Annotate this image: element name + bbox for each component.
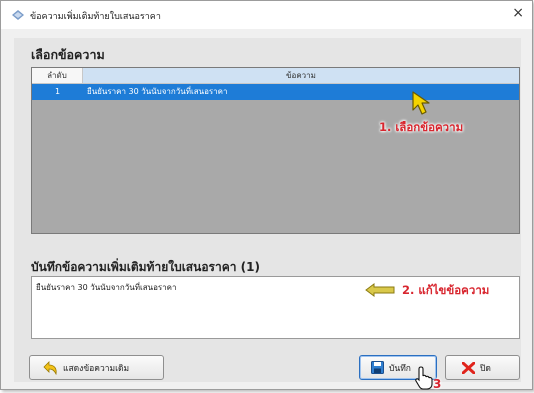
app-icon	[12, 10, 24, 20]
save-label: บันทึก	[389, 363, 411, 374]
close-label: ปิด	[480, 363, 491, 374]
message-grid: ลำดับ ข้อความ 1 ยืนยันราคา 30 วันนับจากว…	[31, 67, 520, 234]
save-disk-icon	[371, 361, 384, 374]
undo-arrow-icon	[43, 360, 57, 375]
annotation-step2: 2. แก้ไขข้อความ	[402, 283, 490, 297]
annotation-step1: 1. เลือกข้อความ	[379, 120, 464, 134]
window-title: ข้อความเพิ่มเติมท้ายใบเสนอราคา	[30, 12, 161, 22]
close-icon[interactable]: ×	[512, 5, 524, 21]
row-index-cell: 1	[54, 87, 61, 96]
title-bar: ข้อความเพิ่มเติมท้ายใบเสนอราคา ×	[1, 1, 532, 29]
save-message-heading: บันทึกข้อความเพิ่มเติมท้ายใบเสนอราคา (1)	[31, 260, 260, 274]
select-message-heading: เลือกข้อความ	[31, 47, 105, 62]
dialog-window: ข้อความเพิ่มเติมท้ายใบเสนอราคา × เลือกข้…	[0, 0, 533, 391]
show-original-button[interactable]: แสดงข้อความเดิม	[29, 355, 164, 380]
column-header-index[interactable]: ลำดับ	[32, 68, 83, 83]
annotation-step3: 3	[433, 377, 442, 391]
column-header-message[interactable]: ข้อความ	[83, 68, 519, 83]
table-row[interactable]: 1 ยืนยันราคา 30 วันนับจากวันที่เสนอราคา	[32, 84, 519, 100]
grid-header: ลำดับ ข้อความ	[32, 68, 519, 84]
row-message-cell: ยืนยันราคา 30 วันนับจากวันที่เสนอราคา	[87, 87, 228, 96]
show-original-label: แสดงข้อความเดิม	[63, 363, 130, 374]
close-button[interactable]: ปิด	[445, 355, 520, 380]
pointer-arrow-icon	[412, 91, 430, 115]
close-x-icon	[462, 361, 475, 374]
left-arrow-icon	[365, 283, 395, 297]
hand-pointer-icon	[415, 366, 433, 390]
